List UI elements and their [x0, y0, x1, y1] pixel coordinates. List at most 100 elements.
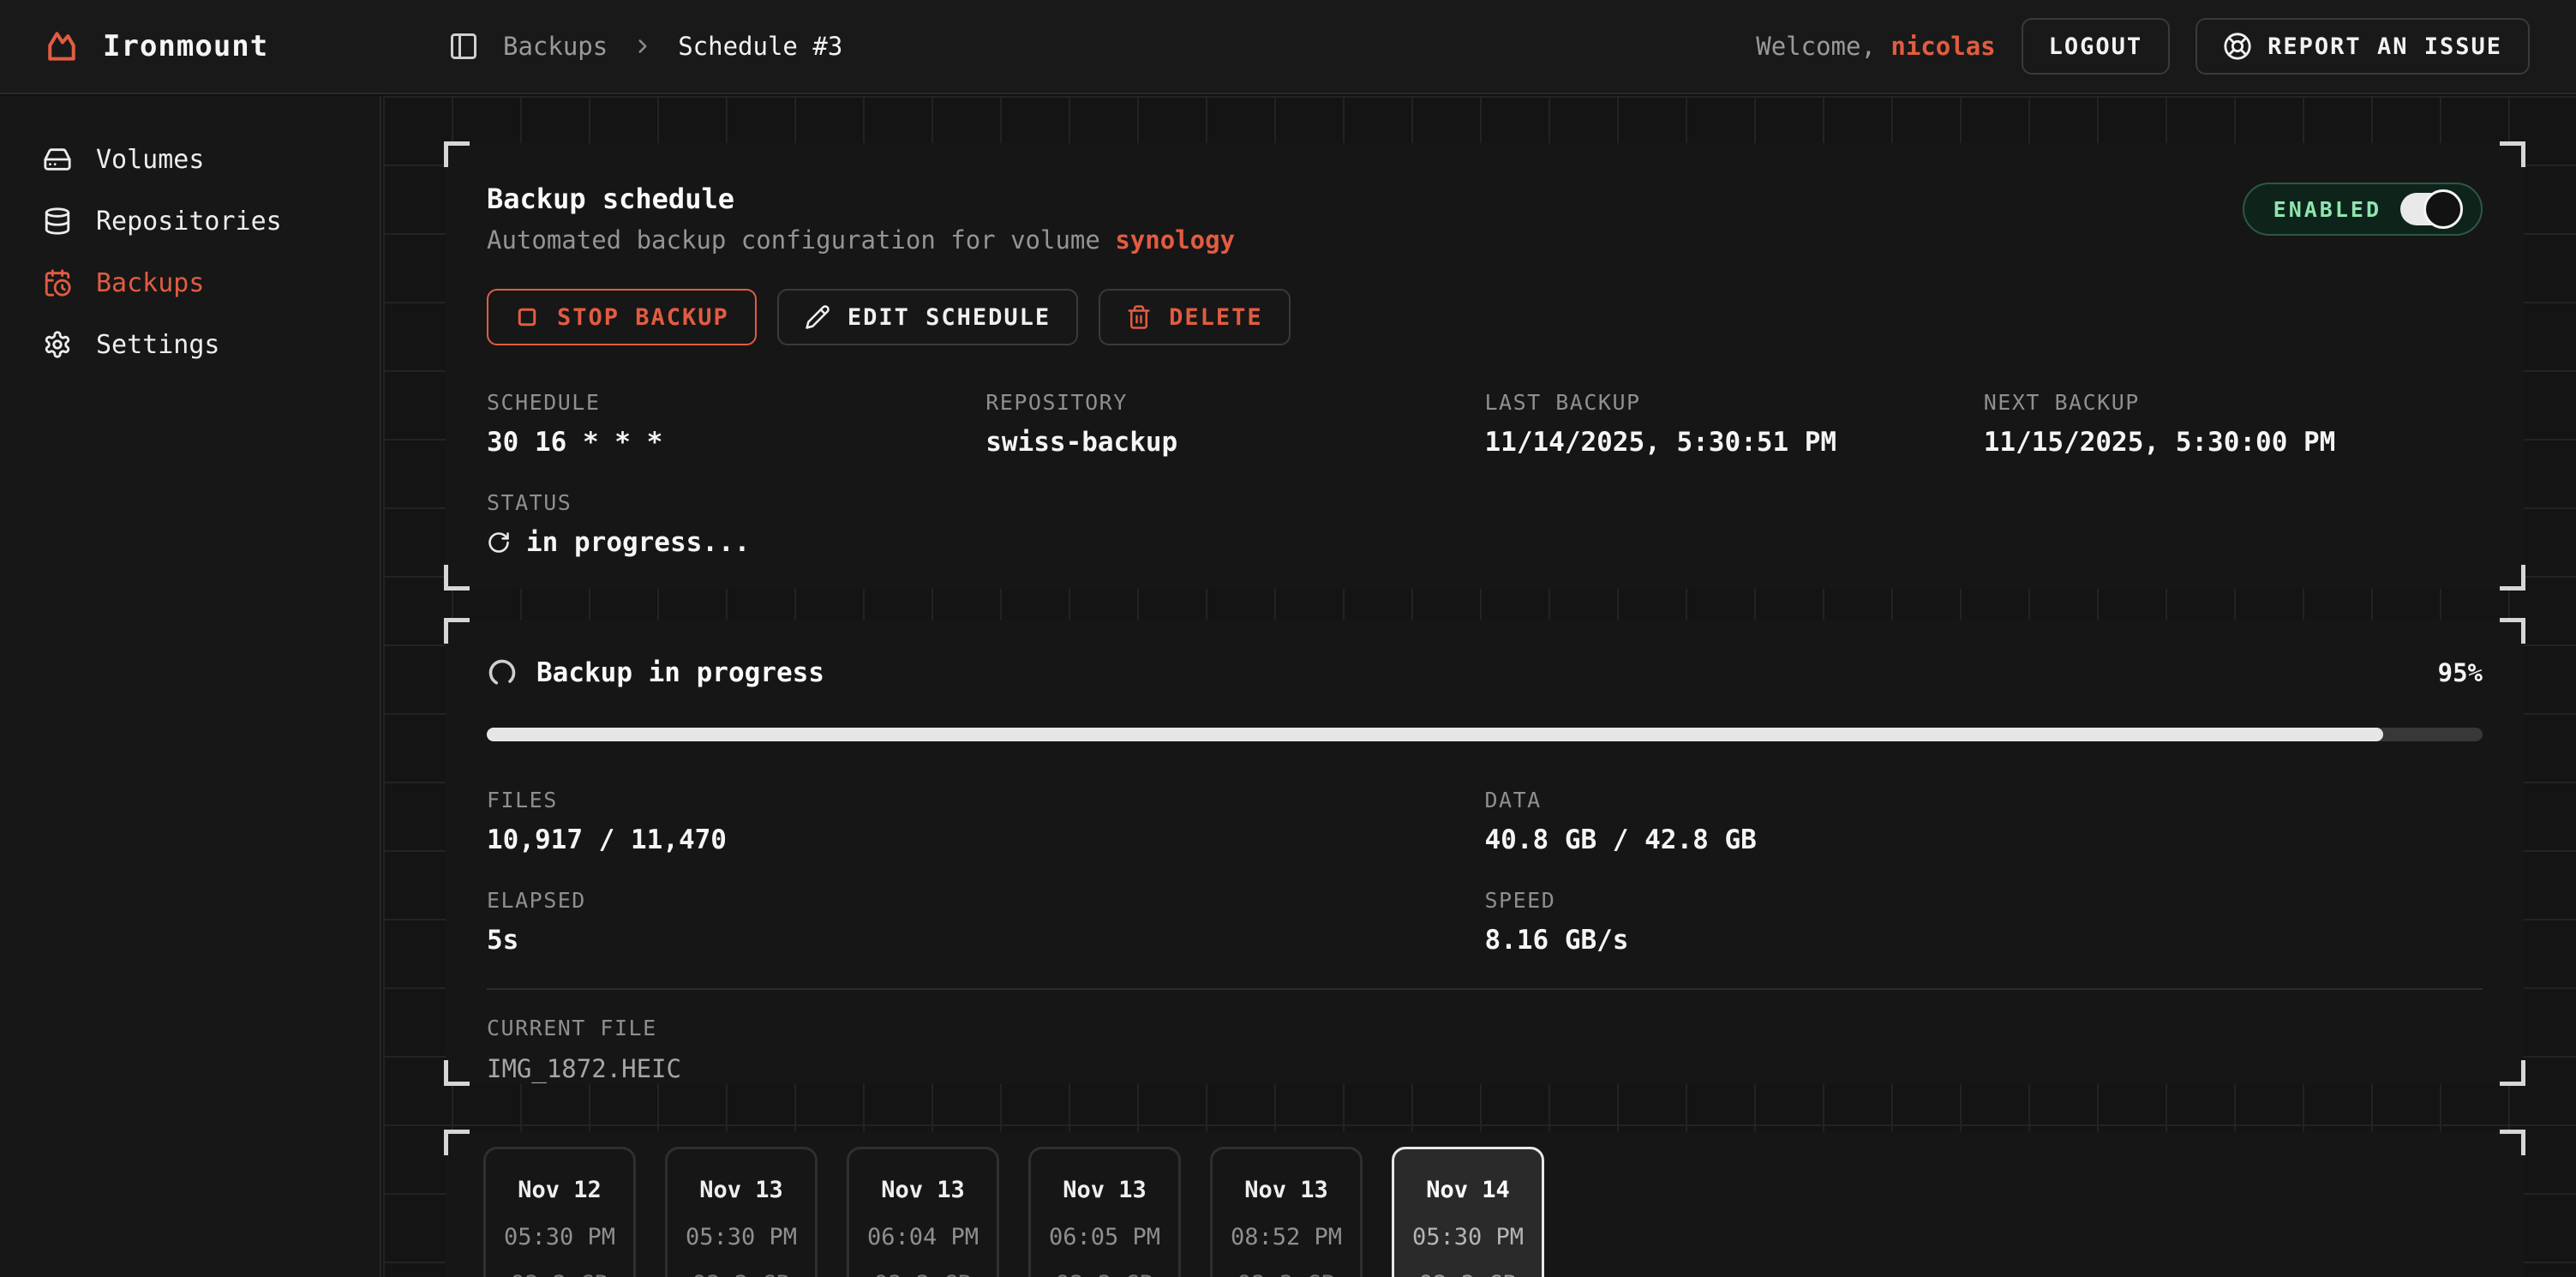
corner-bracket	[444, 618, 470, 644]
field-value: 30 16 * * *	[487, 427, 985, 458]
snapshot-time: 05:30 PM	[1394, 1224, 1542, 1250]
field-repository: REPOSITORY swiss-backup	[985, 390, 1484, 458]
backup-progress-card: Backup in progress 95% FILES 10,917 / 11…	[446, 620, 2524, 1084]
top-bar: Ironmount Backups Schedule #3 Welcome, n…	[0, 0, 2576, 94]
enabled-toggle-pill[interactable]: ENABLED	[2243, 183, 2483, 236]
gear-icon	[43, 330, 72, 359]
database-icon	[43, 207, 72, 236]
stop-backup-button[interactable]: STOP BACKUP	[487, 289, 757, 345]
snapshot-card-selected[interactable]: Nov 14 05:30 PM 92.2 GB	[1392, 1147, 1544, 1277]
backup-schedule-card: Backup schedule Automated backup configu…	[446, 143, 2524, 589]
stat-label: SPEED	[1485, 888, 2483, 913]
snapshot-time: 06:04 PM	[849, 1224, 997, 1250]
snapshot-card[interactable]: Nov 13 08:52 PM 92.2 GB	[1210, 1147, 1363, 1277]
stat-label: DATA	[1485, 788, 2483, 812]
pencil-icon	[805, 304, 830, 330]
field-value: 11/15/2025, 5:30:00 PM	[1984, 427, 2483, 458]
snapshot-size: 92.2 GB	[668, 1271, 815, 1277]
snapshot-size: 92.2 GB	[849, 1271, 997, 1277]
delete-button[interactable]: DELETE	[1099, 289, 1291, 345]
stat-value: 5s	[487, 925, 1485, 956]
corner-bracket	[2500, 618, 2525, 644]
sidebar-item-repositories[interactable]: Repositories	[0, 190, 380, 252]
field-next-backup: NEXT BACKUP 11/15/2025, 5:30:00 PM	[1984, 390, 2483, 458]
switch-knob	[2423, 189, 2463, 229]
snapshot-size: 92.2 GB	[1394, 1271, 1542, 1277]
stat-value: 40.8 GB / 42.8 GB	[1485, 824, 2483, 855]
snapshot-date: Nov 13	[1031, 1177, 1178, 1203]
progress-percent: 95%	[2438, 658, 2483, 687]
chevron-right-icon	[632, 35, 654, 57]
report-issue-button-label: REPORT AN ISSUE	[2267, 33, 2502, 60]
corner-bracket	[444, 1060, 470, 1086]
stat-speed: SPEED 8.16 GB/s	[1485, 888, 2483, 956]
snapshot-date: Nov 13	[849, 1177, 997, 1203]
stop-backup-label: STOP BACKUP	[557, 304, 729, 331]
sidebar-item-settings[interactable]: Settings	[0, 314, 380, 375]
schedule-card-header: Backup schedule Automated backup configu…	[487, 183, 1235, 255]
field-label: LAST BACKUP	[1485, 390, 1984, 415]
snapshot-size: 92.2 GB	[1031, 1271, 1178, 1277]
divider	[487, 988, 2483, 990]
stat-data: DATA 40.8 GB / 42.8 GB	[1485, 788, 2483, 855]
panel-left-icon[interactable]	[448, 31, 479, 62]
snapshot-history-card: Nov 12 05:30 PM 92.2 GB Nov 13 05:30 PM …	[446, 1131, 2524, 1277]
field-schedule: SCHEDULE 30 16 * * *	[487, 390, 985, 458]
breadcrumb: Backups Schedule #3	[381, 31, 842, 62]
hard-drive-icon	[43, 145, 72, 174]
sidebar-item-label: Backups	[96, 268, 204, 298]
lifebuoy-icon	[2223, 32, 2252, 61]
snapshot-list: Nov 12 05:30 PM 92.2 GB Nov 13 05:30 PM …	[483, 1147, 2486, 1277]
snapshot-size: 92.2 GB	[486, 1271, 633, 1277]
card-title: Backup schedule	[487, 183, 1235, 215]
snapshot-card[interactable]: Nov 13 06:05 PM 92.2 GB	[1028, 1147, 1181, 1277]
corner-bracket	[2500, 1060, 2525, 1086]
current-file-block: CURRENT FILE IMG_1872.HEIC	[487, 1016, 2483, 1083]
corner-bracket	[444, 141, 470, 167]
app-title: Ironmount	[103, 29, 268, 63]
logout-button[interactable]: LOGOUT	[2022, 18, 2171, 75]
logout-button-label: LOGOUT	[2049, 33, 2143, 60]
stat-files: FILES 10,917 / 11,470	[487, 788, 1485, 855]
stat-value: 10,917 / 11,470	[487, 824, 1485, 855]
sidebar-item-backups[interactable]: Backups	[0, 252, 380, 314]
edit-schedule-label: EDIT SCHEDULE	[848, 304, 1051, 331]
snapshot-card[interactable]: Nov 12 05:30 PM 92.2 GB	[483, 1147, 636, 1277]
breadcrumb-current: Schedule #3	[678, 32, 842, 61]
enabled-switch[interactable]	[2400, 193, 2460, 225]
snapshot-date: Nov 12	[486, 1177, 633, 1203]
current-file-value: IMG_1872.HEIC	[487, 1054, 2483, 1083]
sidebar-item-label: Volumes	[96, 145, 204, 175]
corner-bracket	[2500, 141, 2525, 167]
stat-label: ELAPSED	[487, 888, 1485, 913]
main-content: Backup schedule Automated backup configu…	[383, 96, 2576, 1277]
corner-bracket	[444, 1130, 470, 1155]
field-value: 11/14/2025, 5:30:51 PM	[1485, 427, 1984, 458]
snapshot-time: 05:30 PM	[486, 1224, 633, 1250]
status-label: STATUS	[487, 490, 2483, 515]
corner-bracket	[2500, 1130, 2525, 1155]
sidebar: Volumes Repositories Backups	[0, 96, 381, 1277]
enabled-label: ENABLED	[2273, 197, 2381, 222]
snapshot-size: 92.2 GB	[1213, 1271, 1360, 1277]
sidebar-item-volumes[interactable]: Volumes	[0, 129, 380, 190]
loader-spinner-icon	[481, 651, 523, 693]
welcome-text: Welcome, nicolas	[1756, 32, 1995, 61]
username: nicolas	[1890, 32, 1995, 61]
snapshot-date: Nov 13	[1213, 1177, 1360, 1203]
stat-elapsed: ELAPSED 5s	[487, 888, 1485, 956]
snapshot-time: 06:05 PM	[1031, 1224, 1178, 1250]
progress-stats: FILES 10,917 / 11,470 DATA 40.8 GB / 42.…	[487, 788, 2483, 956]
snapshot-card[interactable]: Nov 13 06:04 PM 92.2 GB	[847, 1147, 999, 1277]
edit-schedule-button[interactable]: EDIT SCHEDULE	[777, 289, 1078, 345]
field-label: REPOSITORY	[985, 390, 1484, 415]
breadcrumb-section[interactable]: Backups	[503, 32, 608, 61]
snapshot-date: Nov 14	[1394, 1177, 1542, 1203]
progress-bar-track	[487, 728, 2483, 741]
report-issue-button[interactable]: REPORT AN ISSUE	[2196, 18, 2530, 75]
field-last-backup: LAST BACKUP 11/14/2025, 5:30:51 PM	[1485, 390, 1984, 458]
progress-bar-fill	[487, 728, 2383, 741]
card-subtitle: Automated backup configuration for volum…	[487, 225, 1235, 255]
snapshot-card[interactable]: Nov 13 05:30 PM 92.2 GB	[665, 1147, 818, 1277]
snapshot-time: 08:52 PM	[1213, 1224, 1360, 1250]
